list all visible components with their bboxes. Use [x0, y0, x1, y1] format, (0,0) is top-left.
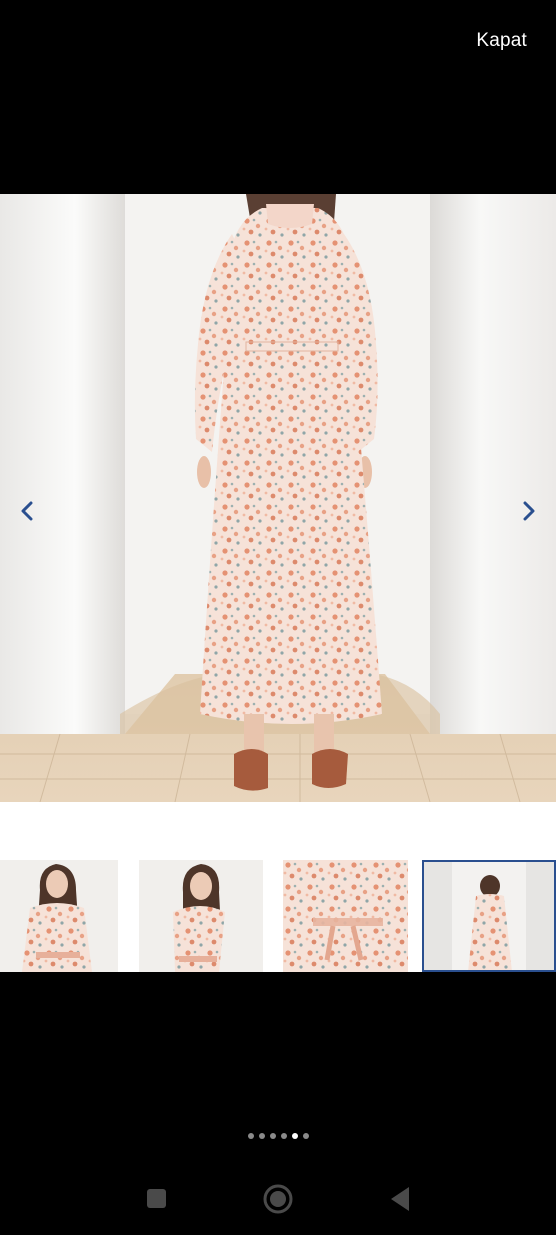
page-dot-active: [291, 1133, 298, 1139]
thumbnail-front-2[interactable]: [139, 860, 263, 972]
previous-image-button[interactable]: [13, 496, 41, 526]
thumbnail-back[interactable]: [422, 860, 556, 972]
next-image-button[interactable]: [515, 496, 543, 526]
page-dot: [258, 1133, 265, 1139]
main-product-image: [0, 194, 556, 802]
close-button[interactable]: Kapat: [476, 30, 527, 52]
page-dot: [247, 1133, 254, 1139]
page-dot: [280, 1133, 287, 1139]
thumbnail-detail[interactable]: [283, 860, 408, 972]
square-icon: [147, 1189, 166, 1208]
chevron-left-icon: [21, 501, 33, 521]
triangle-back-icon: [391, 1187, 409, 1211]
recents-button[interactable]: [146, 1188, 167, 1214]
back-button[interactable]: [389, 1186, 411, 1217]
system-navigation-bar: [0, 1178, 556, 1220]
thumbnail-front-1[interactable]: [0, 860, 118, 972]
page-dot: [302, 1133, 309, 1139]
page-indicator: [0, 1133, 556, 1139]
circle-icon: [263, 1184, 293, 1214]
page-dot: [269, 1133, 276, 1139]
chevron-right-icon: [523, 501, 535, 521]
home-button[interactable]: [263, 1184, 293, 1219]
